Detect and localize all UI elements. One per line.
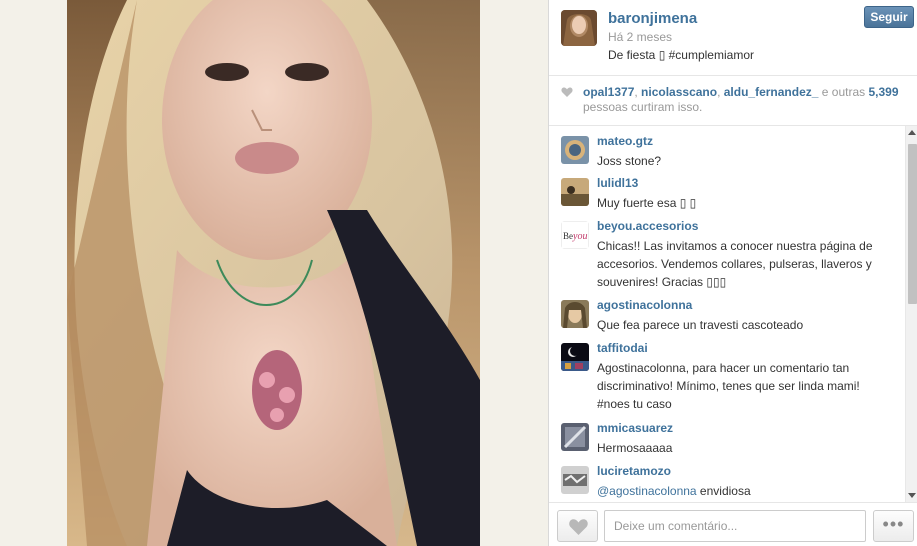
ellipsis-icon: ••• xyxy=(882,514,905,534)
author-username[interactable]: baronjimena xyxy=(608,10,697,27)
svg-text:you: you xyxy=(572,231,587,242)
commenter-avatar-image xyxy=(561,136,589,164)
commenter-username[interactable]: taffitodai xyxy=(597,341,648,355)
portrait-image xyxy=(67,0,480,546)
likes-count[interactable]: 5,399 xyxy=(869,85,899,99)
commenter-avatar[interactable] xyxy=(561,466,589,494)
comment-text: Que fea parece un travesti cascoteado xyxy=(597,318,804,332)
post-time: Há 2 meses xyxy=(608,30,673,44)
scroll-thumb[interactable] xyxy=(908,144,917,304)
comment-text: Muy fuerte esa ▯ ▯ xyxy=(597,196,697,210)
commenter-avatar[interactable] xyxy=(561,136,589,164)
commenter-avatar-image xyxy=(561,178,589,206)
comments-list: mateo.gtz Joss stone? lulidl13 Muy fuert… xyxy=(549,126,905,502)
commenter-username[interactable]: lulidl13 xyxy=(597,176,638,190)
commenter-avatar-image: Be you xyxy=(561,221,589,249)
commenter-avatar-image xyxy=(561,300,589,328)
commenter-avatar-image xyxy=(561,343,589,371)
commenter-username[interactable]: mateo.gtz xyxy=(597,134,653,148)
comments-scrollbar[interactable] xyxy=(905,126,917,502)
scroll-up-arrow-icon[interactable] xyxy=(908,130,916,135)
post-caption: De fiesta ▯ #cumplemiamor xyxy=(608,48,754,62)
svg-text:Be: Be xyxy=(563,231,573,241)
likes-summary: opal1377, nicolasscano, aldu_fernandez_ … xyxy=(549,76,917,126)
comment-footer: ••• xyxy=(549,502,917,546)
author-avatar-image xyxy=(561,10,597,46)
commenter-avatar[interactable]: Be you xyxy=(561,221,589,249)
heart-icon xyxy=(569,519,588,535)
post-sidebar: baronjimena Há 2 meses De fiesta ▯ #cump… xyxy=(548,0,917,546)
post-header: baronjimena Há 2 meses De fiesta ▯ #cump… xyxy=(549,0,917,76)
comment-text: Chicas!! Las invitamos a conocer nuestra… xyxy=(597,239,873,289)
heart-icon xyxy=(561,87,573,97)
likes-suffix: pessoas curtiram isso. xyxy=(583,100,703,114)
author-avatar[interactable] xyxy=(561,10,597,46)
commenter-username[interactable]: mmicasuarez xyxy=(597,421,673,435)
comment-input[interactable] xyxy=(604,510,866,542)
comment-text: Joss stone? xyxy=(597,154,662,168)
like-button[interactable] xyxy=(557,510,598,542)
commenter-username[interactable]: agostinacolonna xyxy=(597,298,692,312)
comment-text: Hermosaaaaa xyxy=(597,441,673,455)
liker-username[interactable]: opal1377 xyxy=(583,85,634,99)
likes-and-others: e outras xyxy=(821,85,866,99)
comment-text: Agostinacolonna, para hacer un comentari… xyxy=(597,361,860,411)
commenter-avatar[interactable] xyxy=(561,178,589,206)
likes-text: opal1377, nicolasscano, aldu_fernandez_ … xyxy=(583,85,899,114)
commenter-avatar[interactable] xyxy=(561,300,589,328)
commenter-avatar-image xyxy=(561,423,589,451)
liker-username[interactable]: aldu_fernandez_ xyxy=(724,85,819,99)
commenter-avatar[interactable] xyxy=(561,343,589,371)
post-photo xyxy=(67,0,480,546)
liker-username[interactable]: nicolasscano xyxy=(641,85,717,99)
commenter-avatar[interactable] xyxy=(561,423,589,451)
comment-mention[interactable]: @agostinacolonna xyxy=(597,484,697,498)
follow-button[interactable]: Seguir xyxy=(864,6,914,28)
scroll-down-arrow-icon[interactable] xyxy=(908,493,916,498)
commenter-username[interactable]: luciretamozo xyxy=(597,464,671,478)
commenter-username[interactable]: beyou.accesorios xyxy=(597,219,698,233)
commenter-avatar-image xyxy=(561,466,589,494)
more-options-button[interactable]: ••• xyxy=(873,510,914,542)
photo-panel xyxy=(0,0,548,546)
comment-text: @agostinacolonna envidiosa xyxy=(597,482,893,500)
comment-text-rest: envidiosa xyxy=(696,484,751,498)
